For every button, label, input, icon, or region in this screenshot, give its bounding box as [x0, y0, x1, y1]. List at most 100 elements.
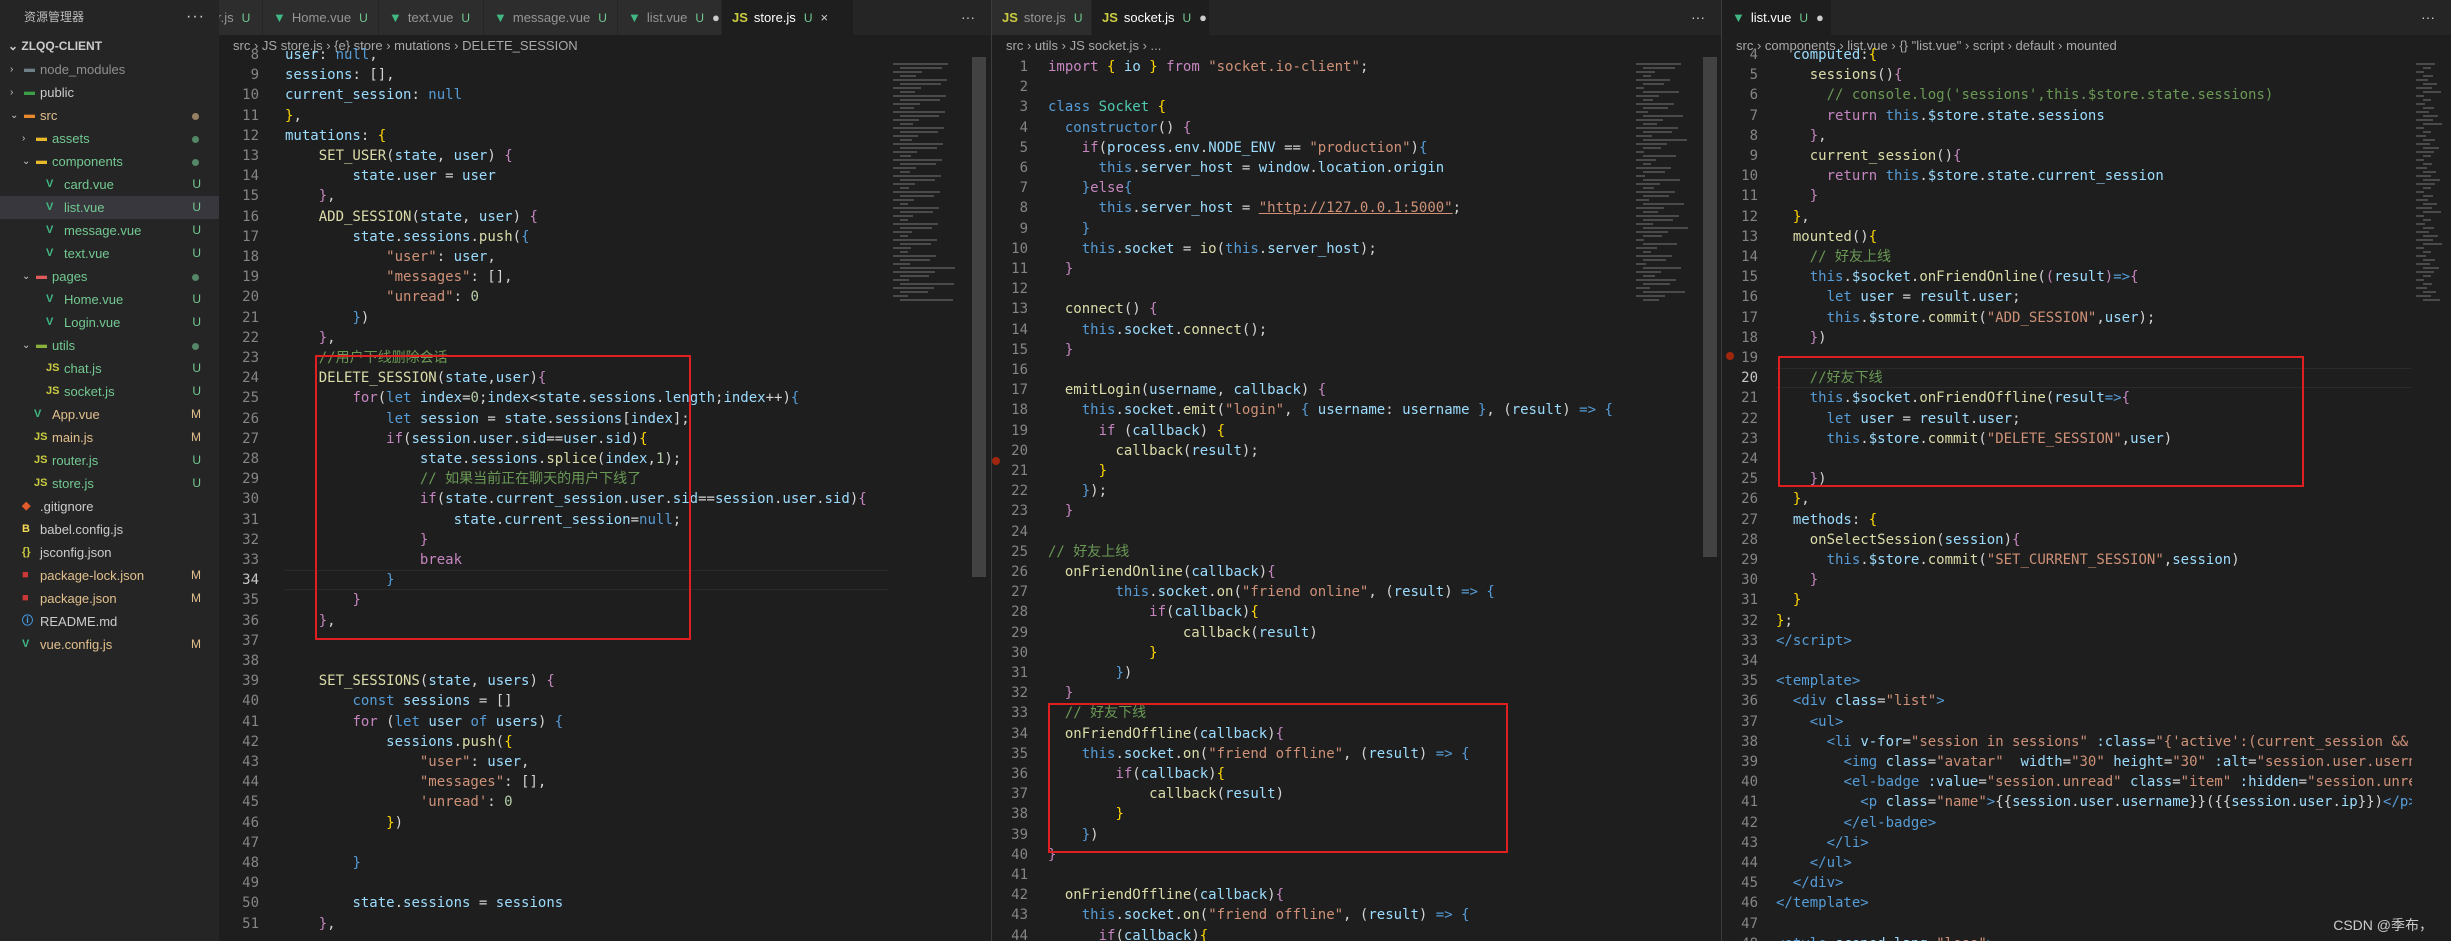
code-editor[interactable]: 8 user: null, 9 sessions: [], 10 current_sess… — [219, 47, 991, 941]
minimap[interactable] — [889, 57, 964, 941]
code-line: </script> — [1776, 632, 1852, 649]
tree-item[interactable]: JS router.js U — [0, 449, 219, 472]
unsaved-dot-icon[interactable]: ● — [712, 10, 720, 25]
tree-item[interactable]: JS socket.js U — [0, 380, 219, 403]
scroll-thumb[interactable] — [972, 57, 986, 577]
tree-item[interactable]: JS store.js U — [0, 472, 219, 495]
code-line: } — [1064, 503, 1074, 520]
tree-item[interactable]: Bbabel.config.js — [0, 518, 219, 541]
tree-item[interactable]: {} jsconfig.json — [0, 541, 219, 564]
tree-item[interactable]: ■ package.json M — [0, 587, 219, 610]
code-line: } — [1098, 463, 1108, 479]
tree-item[interactable]: Vcard.vue U — [0, 173, 219, 196]
breadcrumb-item[interactable]: script — [1973, 38, 2004, 53]
scroll-thumb[interactable] — [1703, 57, 1717, 557]
minimap-line — [2416, 215, 2424, 217]
minimap[interactable] — [1632, 57, 1697, 941]
minimap-line — [1636, 111, 1648, 113]
breadcrumb-item[interactable]: {} "list.vue" — [1899, 38, 1961, 53]
breakpoint-icon[interactable] — [1726, 352, 1734, 360]
tree-item[interactable]: V Login.vue U — [0, 311, 219, 334]
code-editor[interactable]: 1 import { io } from "socket.io-client"; 2… — [992, 57, 1721, 941]
more-actions-icon[interactable]: ··· — [1691, 0, 1705, 35]
breadcrumb-item[interactable]: mutations — [394, 38, 450, 53]
tree-item[interactable]: ⌄ ▬ components — [0, 150, 219, 173]
tree-item[interactable]: ⌄ ▬ pages — [0, 265, 219, 288]
close-icon[interactable]: × — [820, 10, 828, 25]
minimap-line — [893, 231, 912, 233]
editor-tab[interactable]: ▼ list.vue U ● — [1722, 0, 1832, 35]
tree-item[interactable]: › ▬ node_modules — [0, 58, 219, 81]
code-line: current_session(){ — [1809, 148, 1962, 164]
line-number: 46 — [1741, 895, 1758, 912]
breadcrumb-item[interactable]: ... — [1151, 38, 1162, 53]
editor-tab[interactable]: ▼ list.vue U ● — [618, 0, 722, 35]
folder-icon: ▬ — [24, 86, 35, 98]
editor-tab[interactable]: ▼ text.vue U — [379, 0, 484, 35]
chevron-down-icon: ⌄ — [22, 156, 31, 167]
tree-item[interactable]: Vmessage.vue U — [0, 219, 219, 242]
code-line: }) — [1809, 329, 1827, 346]
tree-item[interactable]: Vvue.config.js M — [0, 633, 219, 656]
code-line: if(callback){ — [1115, 766, 1226, 782]
minimap-line — [1636, 135, 1652, 137]
line-number: 9 — [250, 67, 259, 84]
unsaved-dot-icon[interactable]: ● — [1199, 10, 1207, 25]
minimap-line — [893, 87, 921, 89]
more-actions-icon[interactable]: ··· — [2421, 0, 2435, 35]
code-line: let user = result.user; — [1826, 289, 2021, 306]
tree-item[interactable]: V App.vue M — [0, 403, 219, 426]
minimap-line — [893, 199, 914, 201]
tree-item[interactable]: Vlist.vue U — [0, 196, 219, 219]
editor-tab[interactable]: ▼ message.vue U — [484, 0, 618, 35]
code-line: if(callback){ — [1098, 927, 1209, 941]
breadcrumb-item[interactable]: mounted — [2066, 38, 2117, 53]
chevron-down-icon: ⌄ — [22, 340, 31, 351]
tree-item[interactable]: › ▬ assets — [0, 127, 219, 150]
tree-item[interactable]: ◆ .gitignore — [0, 495, 219, 518]
breadcrumb-item[interactable]: DELETE_SESSION — [462, 38, 578, 53]
breakpoint-icon[interactable] — [992, 457, 1000, 465]
breadcrumb-item[interactable]: JS socket.js — [1070, 38, 1139, 53]
minimap[interactable] — [2412, 57, 2451, 941]
line-number: 17 — [242, 228, 259, 245]
tree-item[interactable]: ⌄ ▬ src — [0, 104, 219, 127]
tree-item[interactable]: Vtext.vue U — [0, 242, 219, 265]
line-number: 32 — [242, 531, 259, 548]
minimap-line — [900, 99, 940, 101]
tree-item[interactable]: V Home.vue U — [0, 288, 219, 311]
editor-tab[interactable]: r.js U — [219, 0, 263, 35]
line-number: 21 — [242, 309, 259, 326]
editor-tab[interactable]: JS socket.js U ● — [1092, 0, 1210, 35]
file-tree: › ▬ node_modules › ▬ public ⌄ ▬ src › ▬ assets ⌄ ▬ com… — [0, 58, 219, 656]
more-icon[interactable]: ··· — [186, 0, 205, 34]
file-icon: JS — [34, 431, 48, 443]
line-number: 11 — [1011, 261, 1028, 277]
breadcrumb-item[interactable]: utils — [1035, 38, 1058, 53]
line-number: 2 — [1019, 79, 1028, 96]
scrollbar[interactable] — [1703, 57, 1717, 941]
tree-item[interactable]: ⌄ ▬ utils — [0, 334, 219, 357]
tree-item[interactable]: ■ package-lock.json M — [0, 564, 219, 587]
breadcrumb-item[interactable]: src — [1006, 38, 1023, 53]
editor-tab[interactable]: JS store.js U × — [722, 0, 854, 35]
editor-tab[interactable]: JS store.js U — [992, 0, 1092, 35]
editor-pane-socket: JS socket.js U ● JS store.js U ··· src › utils … — [992, 0, 1721, 941]
scrollbar[interactable] — [972, 57, 986, 941]
tree-item[interactable]: JS main.js M — [0, 426, 219, 449]
code-line: import { io } from "socket.io-client"; — [1048, 59, 1369, 75]
project-root[interactable]: ⌄ ZLQQ-CLIENT — [0, 34, 219, 58]
tree-item[interactable]: JS chat.js U — [0, 357, 219, 380]
unsaved-dot-icon[interactable]: ● — [1816, 10, 1824, 25]
editor-tab[interactable]: ▼ Home.vue U — [263, 0, 379, 35]
code-editor[interactable]: 4 computed:{5 sessions(){6 // console.lo… — [1722, 47, 2451, 941]
tree-item[interactable]: ⓘ README.md — [0, 610, 219, 633]
breadcrumb-item[interactable]: default — [2016, 38, 2055, 53]
line-number: 38 — [242, 653, 259, 669]
line-number: 36 — [242, 612, 259, 629]
tree-item[interactable]: › ▬ public — [0, 81, 219, 104]
line-number: 10 — [1011, 240, 1028, 257]
more-actions-icon[interactable]: ··· — [961, 0, 975, 35]
code-line: if(process.env.NODE_ENV == "production")… — [1081, 139, 1428, 156]
tab-label: socket.js — [1123, 10, 1175, 25]
